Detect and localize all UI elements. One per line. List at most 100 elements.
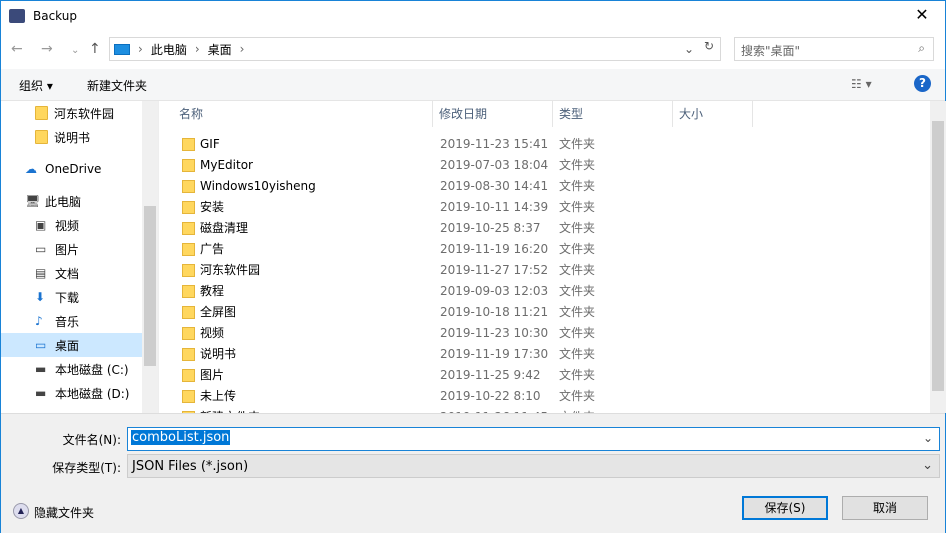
nav-item-label: 视频 (55, 218, 80, 233)
back-button[interactable]: ← (11, 41, 23, 57)
navigation-pane: 河东软件园 说明书 ☁ OneDrive 🖥 此电脑 ▣ 视频 ▭ 图片 ▤ 文档 ⬇ 下载 ♪ 音乐 ▭ 桌面 ▬… (1, 101, 159, 413)
search-icon: ⌕ (918, 41, 925, 55)
column-header[interactable]: 大小 (673, 101, 753, 127)
file-row[interactable]: 教程 2019-09-03 12:03 文件夹 (161, 281, 921, 302)
hide-folders-link[interactable]: 隐藏文件夹 (34, 504, 94, 521)
nav-item-label: 本地磁盘 (D:) (55, 386, 130, 401)
filename-input[interactable]: comboList.json ⌄ (127, 427, 940, 451)
file-date: 2019-11-25 9:42 (440, 368, 541, 382)
file-type: 文件夹 (559, 242, 596, 256)
file-date: 2019-11-19 16:20 (440, 242, 549, 256)
computer-icon (114, 43, 130, 55)
nav-item-label: 此电脑 (45, 194, 82, 209)
nav-item[interactable]: ▣ 视频 (1, 213, 142, 237)
folder-icon (182, 348, 195, 361)
nav-item[interactable]: ♪ 音乐 (1, 309, 142, 333)
file-type: 文件夹 (559, 326, 596, 340)
file-date: 2019-10-25 8:37 (440, 221, 541, 235)
file-list: 名称 修改日期 类型 大小 GIF 2019-11-23 15:41 文件夹 MyEditor… (161, 101, 930, 413)
nav-item[interactable]: 河东软件园 (1, 101, 142, 125)
picture-icon: ▭ (35, 242, 47, 256)
organize-button[interactable]: 组织 ▾ (19, 77, 53, 94)
file-date: 2019-10-18 11:21 (440, 305, 549, 319)
folder-icon (35, 106, 48, 120)
nav-item-label: 本地磁盘 (C:) (55, 362, 129, 377)
view-options-icon[interactable]: ☷ ▾ (851, 77, 872, 91)
file-row[interactable]: 视频 2019-11-23 10:30 文件夹 (161, 323, 921, 344)
save-type-select[interactable]: JSON Files (*.json) ⌄ (127, 454, 940, 478)
forward-button[interactable]: → (41, 41, 53, 57)
file-row[interactable]: 河东软件园 2019-11-27 17:52 文件夹 (161, 260, 921, 281)
address-bar[interactable]: › 此电脑 › 桌面 › ⌄ (109, 37, 721, 61)
file-name: 视频 (200, 326, 225, 340)
nav-item[interactable]: 说明书 (1, 125, 142, 149)
search-input[interactable]: 搜索"桌面" ⌕ (734, 37, 934, 61)
file-row[interactable]: 广告 2019-11-19 16:20 文件夹 (161, 239, 921, 260)
nav-item-label: 下载 (55, 290, 80, 305)
breadcrumb-this-pc[interactable]: 此电脑 (151, 41, 187, 58)
file-row[interactable]: Windows10yisheng 2019-08-30 14:41 文件夹 (161, 176, 921, 197)
close-button[interactable]: ✕ (907, 5, 937, 24)
collapse-icon[interactable]: ▲ (13, 503, 29, 519)
file-row[interactable]: 说明书 2019-11-19 17:30 文件夹 (161, 344, 921, 365)
file-type: 文件夹 (559, 263, 596, 277)
folder-icon (182, 306, 195, 319)
drive-icon: ▬ (35, 362, 47, 376)
file-row[interactable]: 全屏图 2019-10-18 11:21 文件夹 (161, 302, 921, 323)
file-type: 文件夹 (559, 221, 596, 235)
chevron-down-icon[interactable]: ⌄ (684, 42, 694, 56)
chevron-down-icon[interactable]: ⌄ (923, 431, 933, 445)
file-row[interactable]: GIF 2019-11-23 15:41 文件夹 (161, 134, 921, 155)
folder-icon (182, 138, 195, 151)
nav-item[interactable]: 🖥 此电脑 (1, 189, 142, 213)
column-header[interactable]: 名称 (161, 101, 433, 127)
filename-label: 文件名(N): (62, 433, 121, 447)
list-scrollbar[interactable] (930, 101, 946, 413)
chevron-right-icon[interactable]: › (240, 42, 245, 56)
folder-icon (182, 201, 195, 214)
recent-dropdown[interactable]: ⌄ (71, 45, 79, 56)
column-header[interactable]: 类型 (553, 101, 673, 127)
title-bar: Backup ✕ (1, 1, 945, 31)
nav-item[interactable]: ⬇ 下载 (1, 285, 142, 309)
chevron-right-icon: › (138, 42, 143, 56)
nav-item[interactable]: ▭ 图片 (1, 237, 142, 261)
column-header[interactable]: 修改日期 (433, 101, 553, 127)
new-folder-button[interactable]: 新建文件夹 (87, 77, 147, 94)
nav-item[interactable]: ▤ 文档 (1, 261, 142, 285)
nav-item-label: 文档 (55, 266, 80, 281)
file-row[interactable]: 图片 2019-11-25 9:42 文件夹 (161, 365, 921, 386)
file-row[interactable]: MyEditor 2019-07-03 18:04 文件夹 (161, 155, 921, 176)
folder-icon (182, 327, 195, 340)
nav-item[interactable]: ☁ OneDrive (1, 157, 142, 181)
help-icon[interactable]: ? (914, 75, 931, 92)
chevron-down-icon: ⌄ (922, 458, 933, 473)
save-button[interactable]: 保存(S) (742, 496, 828, 520)
nav-item[interactable]: ▬ 本地磁盘 (C:) (1, 357, 142, 381)
breadcrumb-desktop[interactable]: 桌面 (208, 41, 232, 58)
file-date: 2019-10-22 8:10 (440, 389, 541, 403)
window-title: Backup (33, 9, 77, 23)
file-name: 河东软件园 (200, 263, 261, 277)
file-row[interactable]: 未上传 2019-10-22 8:10 文件夹 (161, 386, 921, 407)
file-date: 2019-09-03 12:03 (440, 284, 549, 298)
computer-icon: 🖥 (25, 194, 41, 208)
desktop-icon: ▭ (35, 338, 47, 352)
file-row[interactable]: 磁盘清理 2019-10-25 8:37 文件夹 (161, 218, 921, 239)
file-row[interactable]: 安装 2019-10-11 14:39 文件夹 (161, 197, 921, 218)
file-name: 教程 (200, 284, 225, 298)
nav-item-label: 说明书 (54, 130, 91, 145)
nav-item[interactable]: ▭ 桌面 (1, 333, 142, 357)
file-name: 图片 (200, 368, 225, 382)
cancel-button[interactable]: 取消 (842, 496, 928, 520)
file-type: 文件夹 (559, 179, 596, 193)
nav-scrollbar[interactable] (142, 101, 158, 413)
folder-icon (182, 180, 195, 193)
up-button[interactable]: ↑ (89, 41, 101, 57)
folder-icon (182, 159, 195, 172)
folder-icon (182, 243, 195, 256)
file-name: 磁盘清理 (200, 221, 249, 235)
refresh-icon[interactable]: ↻ (699, 39, 719, 59)
file-date: 2019-11-23 10:30 (440, 326, 549, 340)
nav-item[interactable]: ▬ 本地磁盘 (D:) (1, 381, 142, 405)
